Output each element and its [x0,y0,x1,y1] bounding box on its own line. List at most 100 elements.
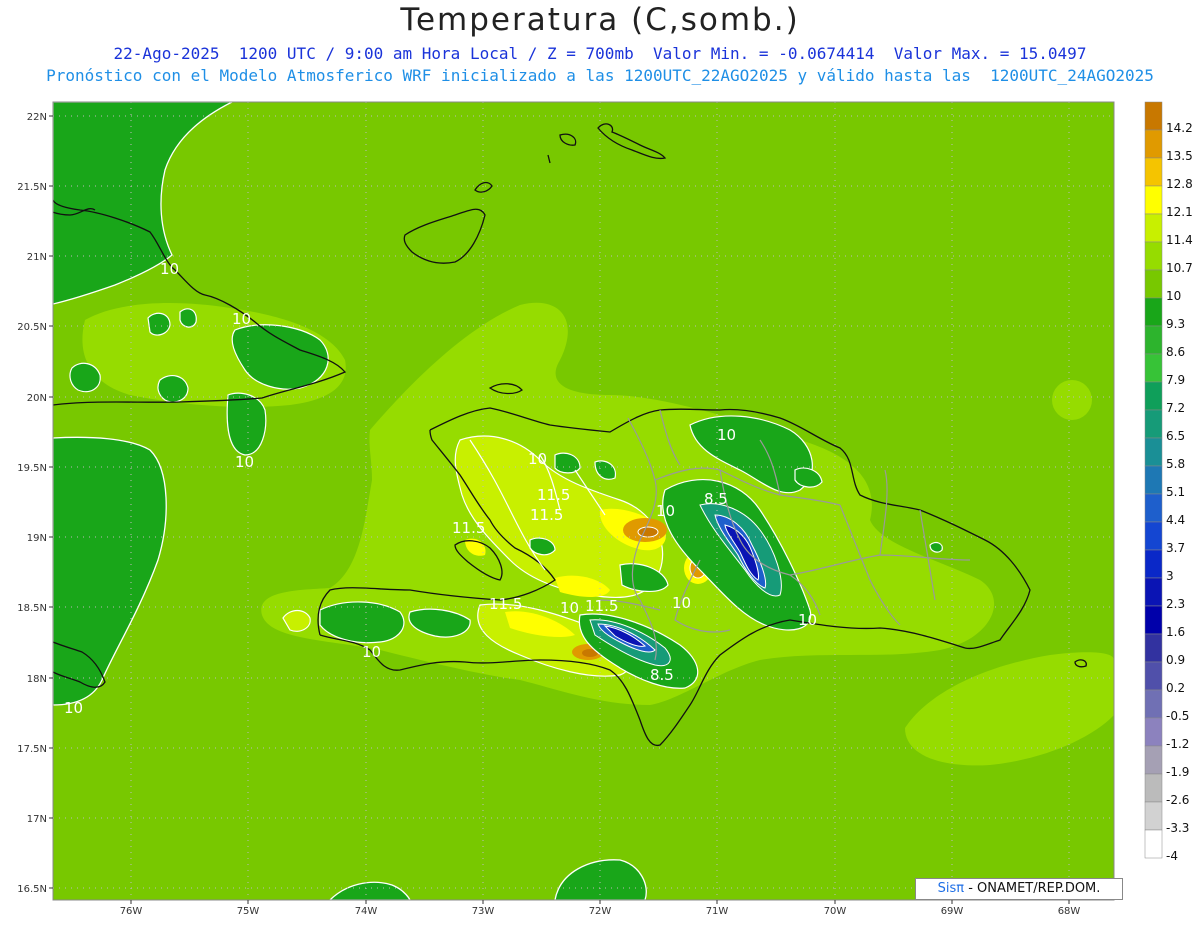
colorbar-cell [1144,549,1163,579]
contour-label: 10 [656,502,675,520]
lon-label: 69W [941,906,964,917]
credit-box: Sisπ - ONAMET/REP.DOM. [915,878,1123,900]
colorbar-cell [1144,297,1163,327]
lat-label: 20.5N [17,322,47,333]
colorbar-label: -0.5 [1166,709,1189,723]
colorbar-label: 7.2 [1166,401,1185,415]
colorbar-cell [1144,269,1163,299]
lon-label: 73W [472,906,495,917]
contour-label: 10 [362,643,381,661]
colorbar-label: 3 [1166,569,1174,583]
field-brown-1 [637,526,659,538]
contour-label: 11.5 [537,486,570,504]
lat-label: 21N [27,252,47,263]
colorbar-label: 10 [1166,289,1181,303]
colorbar-cell [1144,185,1163,215]
colorbar-label: -1.2 [1166,737,1189,751]
colorbar-label: -3.3 [1166,821,1189,835]
colorbar-cell [1144,353,1163,383]
colorbar-cell [1144,493,1163,523]
colorbar-label: 0.9 [1166,653,1185,667]
lat-label: 18N [27,674,47,685]
lat-label: 20N [27,393,47,404]
colorbar-label: 5.1 [1166,485,1185,499]
temperature-field: 10 10 10 10 11.5 11.5 11.5 11.5 10 8.5 1… [53,102,1114,900]
credit-sis: Sisπ [937,881,965,896]
colorbar-label: 8.6 [1166,345,1185,359]
field-dark-cuba2 [226,392,267,456]
colorbar-cell [1144,801,1163,831]
lat-label: 21.5N [17,182,47,193]
colorbar-cell [1144,157,1163,187]
lon-label: 74W [355,906,378,917]
lat-label: 19N [27,533,47,544]
colorbar-cell [1144,241,1163,271]
lat-ticks [49,115,53,889]
lon-label: 68W [1058,906,1081,917]
contour-label: 8.5 [650,666,674,684]
colorbar-label: 14.2 [1166,121,1193,135]
colorbar-cell [1144,101,1163,131]
contour-label: 10 [64,699,83,717]
colorbar-label: 13.5 [1166,149,1193,163]
colorbar-cell [1144,465,1163,495]
contour-label: 10 [798,611,817,629]
colorbar-label: -4 [1166,849,1178,863]
colorbar-label: 12.8 [1166,177,1193,191]
colorbar-cell [1144,661,1163,691]
contour-label: 10 [672,594,691,612]
field-dark-cuba5 [147,312,171,336]
contour-label: 11.5 [452,519,485,537]
lon-label: 75W [237,906,260,917]
colorbar-label: -1.9 [1166,765,1189,779]
colorbar-cell [1144,605,1163,635]
map-canvas: 10 10 10 10 11.5 11.5 11.5 11.5 10 8.5 1… [17,101,1193,917]
lat-label: 17N [27,814,47,825]
colorbar-label: 12.1 [1166,205,1193,219]
field-dark-cuba4 [157,374,189,403]
contour-label: 10 [528,450,547,468]
contour-label: 10 [160,260,179,278]
colorbar-label: 9.3 [1166,317,1185,331]
latitude-labels: 22N 21.5N 21N 20.5N 20N 19.5N 19N 18.5N … [17,112,47,895]
lat-label: 18.5N [17,603,47,614]
colorbar-cell [1144,745,1163,775]
colorbar-cell [1144,129,1163,159]
colorbar-label: 11.4 [1166,233,1193,247]
contour-label: 8.5 [704,490,728,508]
colorbar-cell [1144,409,1163,439]
contour-label: 10 [717,426,736,444]
colorbar-label: 5.8 [1166,457,1185,471]
colorbar-cell [1144,773,1163,803]
colorbar-cell [1144,381,1163,411]
colorbar-cell [1144,633,1163,663]
colorbar-label: 0.2 [1166,681,1185,695]
colorbar-cell [1144,717,1163,747]
lon-label: 72W [589,906,612,917]
colorbar-label: 7.9 [1166,373,1185,387]
colorbar-cell [1144,521,1163,551]
colorbar-label: 1.6 [1166,625,1185,639]
colorbar-cell [1144,689,1163,719]
lat-label: 19.5N [17,463,47,474]
colorbar-cell [1144,213,1163,243]
contour-label: 10 [232,310,251,328]
longitude-labels: 76W 75W 74W 73W 72W 71W 70W 69W 68W [120,906,1081,917]
contour-label: 10 [235,453,254,471]
colorbar: 14.2 13.5 12.8 12.1 11.4 10.7 10 9.3 8.6 7.9 7.2 6.… [1144,101,1193,863]
colorbar-cell [1144,325,1163,355]
colorbar-label: 3.7 [1166,541,1185,555]
colorbar-label: 4.4 [1166,513,1185,527]
contour-label: 10 [560,599,579,617]
contour-label: 11.5 [489,595,522,613]
lat-label: 16.5N [17,884,47,895]
lon-label: 76W [120,906,143,917]
lon-ticks [130,900,1070,904]
colorbar-label: 6.5 [1166,429,1185,443]
field-light-east [1052,380,1092,420]
lat-label: 17.5N [17,744,47,755]
field-dark-east [929,541,943,553]
field-dark-cuba6 [179,308,197,328]
lon-label: 71W [706,906,729,917]
lat-label: 22N [27,112,47,123]
